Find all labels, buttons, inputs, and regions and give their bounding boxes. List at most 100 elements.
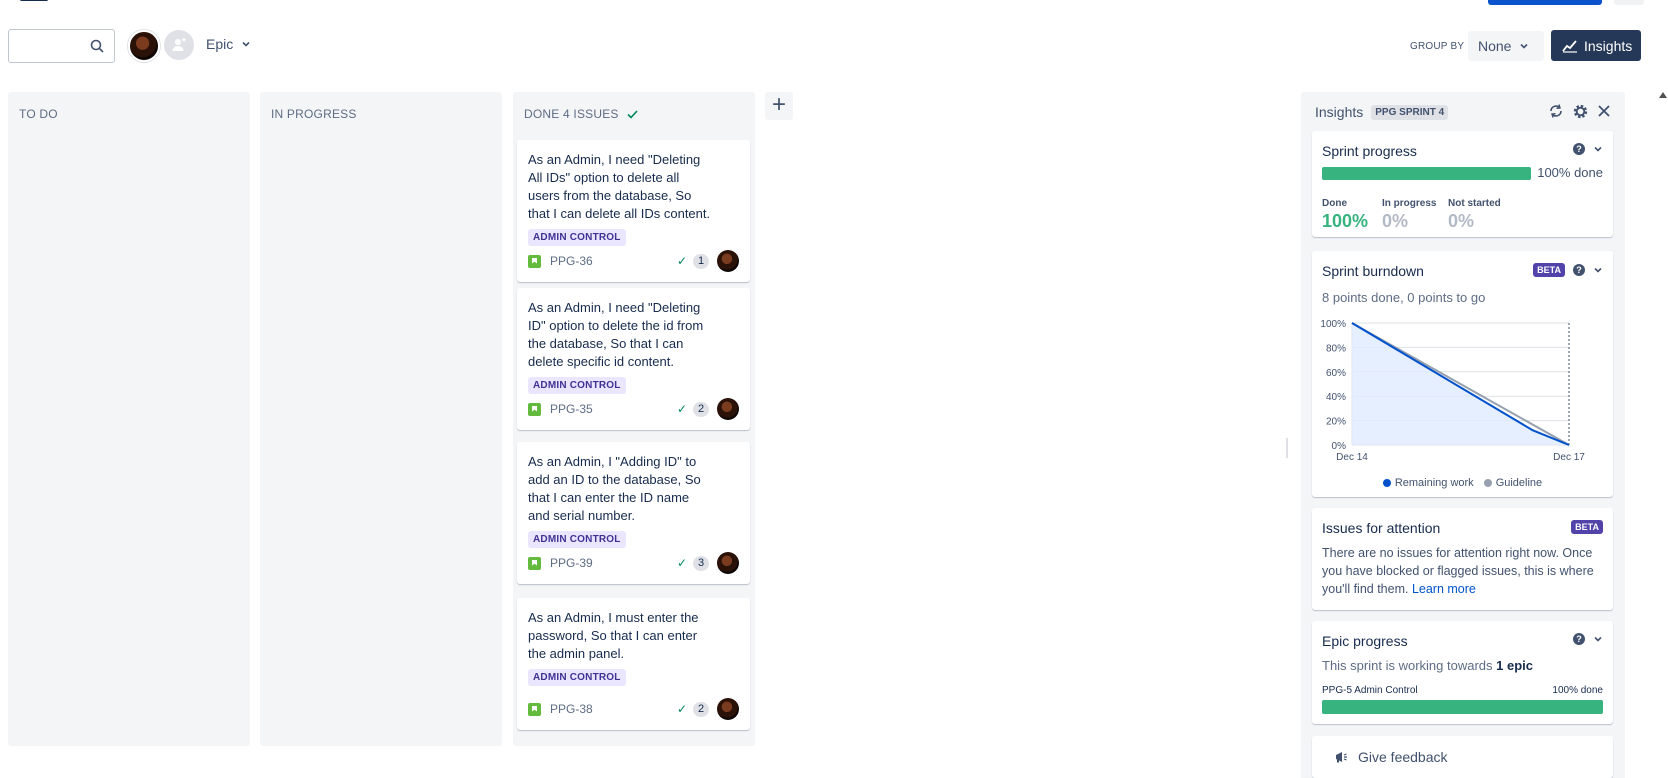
card-footer: PPG-35 ✓ 2 xyxy=(528,398,739,420)
epic-text-prefix: This sprint is working towards xyxy=(1322,658,1493,673)
issue-summary: As an Admin, I need "Deleting All IDs" o… xyxy=(528,152,711,221)
card-title: Sprint progress xyxy=(1322,143,1417,159)
column-in-progress[interactable]: IN PROGRESS xyxy=(260,92,502,746)
add-people-button[interactable] xyxy=(164,30,194,60)
done-check-icon: ✓ xyxy=(676,254,687,268)
epic-progress-text: This sprint is working towards 1 epic xyxy=(1322,658,1533,673)
insights-button[interactable]: Insights xyxy=(1551,30,1641,61)
done-check-icon: ✓ xyxy=(676,556,687,570)
issue-card[interactable]: As an Admin, I "Adding ID" to add an ID … xyxy=(517,442,750,584)
burndown-summary: 8 points done, 0 points to go xyxy=(1322,290,1486,305)
chevron-down-icon[interactable] xyxy=(1593,265,1603,275)
legend-label: Remaining work xyxy=(1394,477,1474,489)
chevron-down-icon[interactable] xyxy=(1593,634,1603,644)
close-icon[interactable] xyxy=(1595,102,1613,120)
chart-legend: Remaining work Guideline xyxy=(1312,477,1613,489)
card-footer: PPG-39 ✓ 3 xyxy=(528,552,739,574)
card-actions: BETA ? xyxy=(1533,263,1603,277)
column-title: IN PROGRESS xyxy=(271,107,357,121)
stat-value: 0% xyxy=(1448,211,1475,231)
subtask-count: 3 xyxy=(693,555,709,571)
create-button[interactable] xyxy=(1488,0,1602,5)
x-tick-label: Dec 17 xyxy=(1553,452,1585,463)
sprint-progress-bar xyxy=(1322,167,1531,180)
epic-filter-label: Epic xyxy=(206,36,234,52)
legend-dot xyxy=(1483,479,1492,488)
panel-resize-handle[interactable] xyxy=(1286,438,1288,458)
chevron-down-icon xyxy=(1520,43,1529,49)
issue-key[interactable]: PPG-38 xyxy=(550,702,593,716)
assignee-avatar[interactable] xyxy=(717,552,739,574)
card-actions: ? xyxy=(1573,633,1603,645)
y-tick-label: 40% xyxy=(1326,392,1346,403)
issue-summary: As an Admin, I need "Deleting ID" option… xyxy=(528,300,704,369)
column-title: TO DO xyxy=(19,107,58,121)
feedback-label: Give feedback xyxy=(1358,749,1448,765)
insights-panel: Insights PPG SPRINT 4 Sprint progress ? … xyxy=(1301,92,1625,778)
issue-key[interactable]: PPG-36 xyxy=(550,254,593,268)
insights-header: Insights PPG SPRINT 4 xyxy=(1315,104,1449,120)
avatar[interactable] xyxy=(128,30,160,62)
sprint-lozenge: PPG SPRINT 4 xyxy=(1371,104,1449,120)
group-by-value: None xyxy=(1478,38,1512,54)
legend-guideline: Guideline xyxy=(1483,477,1542,489)
card-footer: PPG-38 ✓ 2 xyxy=(528,698,739,720)
refresh-icon[interactable] xyxy=(1547,102,1565,120)
sprint-progress-card: Sprint progress ? 100% done Done 100% In… xyxy=(1312,131,1613,237)
epic-progress-bar xyxy=(1322,700,1603,714)
chevron-down-icon[interactable] xyxy=(1593,144,1603,154)
search-input[interactable] xyxy=(8,29,115,63)
epic-filter-dropdown[interactable]: Epic xyxy=(206,36,251,52)
issue-summary: As an Admin, I must enter the password, … xyxy=(528,610,699,661)
more-button[interactable] xyxy=(1614,0,1644,5)
story-icon xyxy=(528,556,541,570)
stat-value: 100% xyxy=(1322,211,1369,231)
assignee-avatar[interactable] xyxy=(717,250,739,272)
burndown-chart: 100% 80% 60% 40% 20% 0%Dec 14 Dec 17 xyxy=(1320,319,1585,463)
learn-more-link[interactable]: Learn more xyxy=(1412,582,1476,596)
issue-card[interactable]: As an Admin, I need "Deleting ID" option… xyxy=(517,288,750,430)
beta-badge: BETA xyxy=(1533,263,1565,277)
subtask-count: 1 xyxy=(693,253,709,269)
story-icon xyxy=(528,402,541,416)
assignee-avatar[interactable] xyxy=(717,398,739,420)
stat-value: 0% xyxy=(1382,211,1409,231)
gear-icon[interactable] xyxy=(1571,102,1589,120)
issue-key[interactable]: PPG-35 xyxy=(550,402,593,416)
give-feedback-button[interactable]: Give feedback xyxy=(1312,736,1613,778)
assignee-avatar[interactable] xyxy=(717,698,739,720)
help-icon[interactable]: ? xyxy=(1573,264,1585,276)
insights-title: Insights xyxy=(1315,104,1364,120)
column-done[interactable]: DONE 4 ISSUES As an Admin, I need "Delet… xyxy=(513,92,755,746)
search-icon xyxy=(90,39,104,53)
epic-lozenge: ADMIN CONTROL xyxy=(528,377,626,394)
scrollbar-up-arrow[interactable] xyxy=(1659,92,1667,98)
help-icon[interactable]: ? xyxy=(1573,143,1585,155)
stat-done: Done 100% xyxy=(1322,198,1368,232)
group-by-label: GROUP BY xyxy=(1410,41,1465,52)
y-tick-label: 100% xyxy=(1320,319,1346,330)
issue-card[interactable]: As an Admin, I need "Deleting All IDs" o… xyxy=(517,140,750,282)
epic-name[interactable]: PPG-5 Admin Control xyxy=(1322,685,1418,696)
group-by-select[interactable]: None xyxy=(1468,31,1544,61)
insights-button-label: Insights xyxy=(1584,37,1633,54)
card-actions: BETA xyxy=(1571,520,1603,534)
epic-percent: 100% done xyxy=(1552,685,1603,696)
column-title-wrap: DONE 4 ISSUES xyxy=(524,107,638,121)
x-tick-label: Dec 14 xyxy=(1336,452,1368,463)
stat-label: In progress xyxy=(1382,198,1437,209)
legend-dot xyxy=(1382,479,1391,488)
issue-key[interactable]: PPG-39 xyxy=(550,556,593,570)
subtask-count: 2 xyxy=(693,701,709,717)
help-icon[interactable]: ? xyxy=(1573,633,1585,645)
card-title: Issues for attention xyxy=(1322,520,1441,536)
card-title: Epic progress xyxy=(1322,633,1408,649)
stat-not-started: Not started 0% xyxy=(1448,198,1501,232)
check-icon xyxy=(627,109,638,119)
column-todo[interactable]: TO DO xyxy=(8,92,250,746)
add-column-button[interactable]: + xyxy=(765,92,793,120)
chart-trend-icon xyxy=(1562,39,1577,53)
y-tick-label: 20% xyxy=(1326,417,1346,428)
issue-card[interactable]: As an Admin, I must enter the password, … xyxy=(517,598,750,730)
megaphone-icon xyxy=(1336,752,1347,763)
